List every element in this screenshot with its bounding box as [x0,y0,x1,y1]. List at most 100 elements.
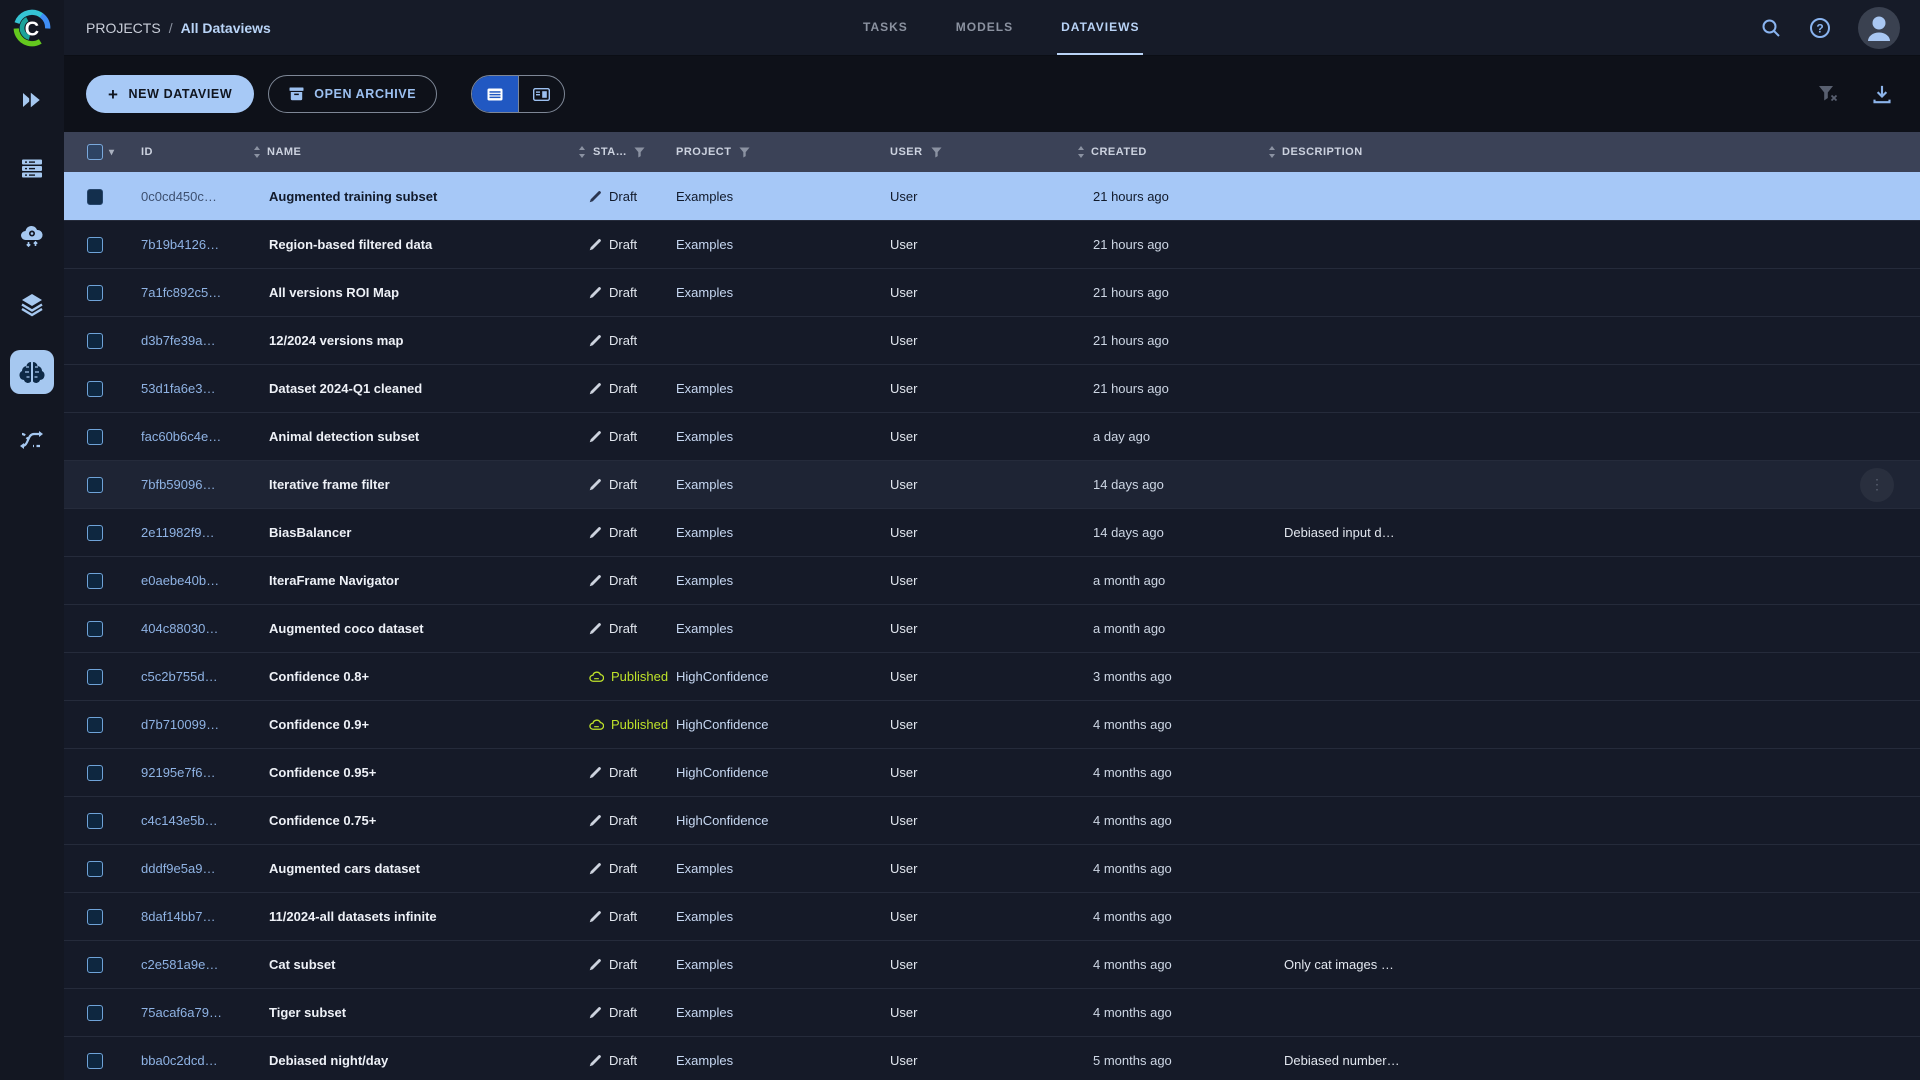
table-row[interactable]: 0c0cd450c… Augmented training subset Dra… [64,172,1920,220]
toolbar: + NEW DATAVIEW OPEN ARCHIVE [64,56,1920,132]
row-id-link[interactable]: 7bfb59096… [124,477,252,492]
row-checkbox[interactable] [87,428,103,445]
row-checkbox[interactable] [87,236,103,253]
column-header-description[interactable]: DESCRIPTION [1268,132,1920,172]
row-id-link[interactable]: 7b19b4126… [124,237,252,252]
row-checkbox[interactable] [87,668,103,685]
row-id-link[interactable]: 8daf14bb7… [124,909,252,924]
sidebar-item-workers-queues[interactable] [10,146,54,190]
row-description: Debiased number… [1284,1053,1400,1068]
clearml-logo[interactable]: C [0,0,64,56]
sort-icon[interactable] [1077,146,1085,158]
sidebar-item-projects[interactable] [10,78,54,122]
open-archive-button[interactable]: OPEN ARCHIVE [268,75,438,113]
row-id-link[interactable]: 7a1fc892c5… [124,285,252,300]
row-checkbox[interactable] [87,620,103,637]
breadcrumb-projects-link[interactable]: PROJECTS [86,20,161,36]
row-checkbox[interactable] [87,1004,103,1021]
sidebar-item-serving[interactable] [10,214,54,258]
user-avatar[interactable] [1858,6,1900,49]
table-row[interactable]: 7bfb59096… Iterative frame filter Draft … [64,460,1920,508]
table-row[interactable]: 53d1fa6e3… Dataset 2024-Q1 cleaned Draft… [64,364,1920,412]
sidebar-item-pipelines[interactable] [10,418,54,462]
table-row[interactable]: 7a1fc892c5… All versions ROI Map Draft E… [64,268,1920,316]
row-checkbox[interactable] [87,956,103,973]
column-header-user[interactable]: USER [876,132,1076,172]
table-row[interactable]: 75acaf6a79… Tiger subset Draft Examples … [64,988,1920,1036]
row-checkbox[interactable] [87,284,103,301]
row-checkbox[interactable] [87,908,103,925]
row-checkbox[interactable] [87,572,103,589]
table-row[interactable]: 2e11982f9… BiasBalancer Draft Examples U… [64,508,1920,556]
row-id-link[interactable]: 53d1fa6e3… [124,381,252,396]
row-id-link[interactable]: 0c0cd450c… [124,189,252,204]
draft-pencil-icon [589,622,602,635]
row-checkbox[interactable] [87,812,103,829]
table-row[interactable]: dddf9e5a9… Augmented cars dataset Draft … [64,844,1920,892]
row-id-link[interactable]: 404c88030… [124,621,252,636]
row-checkbox[interactable] [87,524,103,541]
row-checkbox[interactable] [87,1052,103,1069]
row-id-link[interactable]: fac60b6c4e… [124,429,252,444]
table-view-toggle[interactable] [472,76,519,112]
row-id-link[interactable]: dddf9e5a9… [124,861,252,876]
search-icon[interactable] [1760,17,1782,39]
row-checkbox[interactable] [87,764,103,781]
row-status: Draft [576,909,660,924]
row-checkbox[interactable] [87,380,103,397]
sort-icon[interactable] [1268,146,1276,158]
tab-tasks[interactable]: TASKS [859,0,912,55]
select-menu-caret-icon[interactable]: ▾ [109,147,115,158]
table-row[interactable]: c5c2b755d… Confidence 0.8+ Published Hig… [64,652,1920,700]
row-id-link[interactable]: bba0c2dcd… [124,1053,252,1068]
new-dataview-button[interactable]: + NEW DATAVIEW [86,75,255,113]
table-row[interactable]: d7b710099… Confidence 0.9+ Published Hig… [64,700,1920,748]
draft-pencil-icon [589,1054,602,1067]
table-row[interactable]: c2e581a9e… Cat subset Draft Examples Use… [64,940,1920,988]
row-name: BiasBalancer [269,525,352,540]
row-id-link[interactable]: 2e11982f9… [124,525,252,540]
column-header-name[interactable]: NAME [252,132,576,172]
sidebar-item-datasets[interactable] [10,282,54,326]
sort-icon[interactable] [253,146,261,158]
row-id-link[interactable]: e0aebe40b… [124,573,252,588]
row-checkbox[interactable] [87,860,103,877]
row-id-link[interactable]: 75acaf6a79… [124,1005,252,1020]
column-header-status[interactable]: STA… [576,132,660,172]
row-id-link[interactable]: 92195e7f6… [124,765,252,780]
table-row[interactable]: 404c88030… Augmented coco dataset Draft … [64,604,1920,652]
table-row[interactable]: c4c143e5b… Confidence 0.75+ Draft HighCo… [64,796,1920,844]
clear-filters-icon[interactable] [1818,85,1838,103]
row-checkbox[interactable] [87,188,103,205]
download-icon[interactable] [1872,84,1892,104]
column-header-project[interactable]: PROJECT [660,132,876,172]
row-actions-kebab-icon[interactable]: ⋮ [1860,467,1894,502]
row-checkbox[interactable] [87,332,103,349]
table-row[interactable]: bba0c2dcd… Debiased night/day Draft Exam… [64,1036,1920,1080]
table-row[interactable]: d3b7fe39a… 12/2024 versions map Draft Us… [64,316,1920,364]
column-header-created[interactable]: CREATED [1076,132,1268,172]
sidebar-item-hyperdatasets-active[interactable] [10,350,54,394]
row-id-link[interactable]: d3b7fe39a… [124,333,252,348]
row-checkbox[interactable] [87,716,103,733]
row-id-link[interactable]: c5c2b755d… [124,669,252,684]
row-checkbox[interactable] [87,476,103,493]
row-id-link[interactable]: d7b710099… [124,717,252,732]
filter-funnel-icon[interactable] [931,146,942,158]
filter-funnel-icon[interactable] [739,146,751,158]
split-view-toggle[interactable] [518,76,564,112]
row-id-link[interactable]: c2e581a9e… [124,957,252,972]
table-row[interactable]: 7b19b4126… Region-based filtered data Dr… [64,220,1920,268]
table-row[interactable]: fac60b6c4e… Animal detection subset Draf… [64,412,1920,460]
select-all-checkbox[interactable] [87,144,103,160]
column-header-id[interactable]: ID [124,132,252,172]
table-row[interactable]: 8daf14bb7… 11/2024-all datasets infinite… [64,892,1920,940]
help-icon[interactable]: ? [1808,16,1832,40]
row-id-link[interactable]: c4c143e5b… [124,813,252,828]
table-row[interactable]: e0aebe40b… IteraFrame Navigator Draft Ex… [64,556,1920,604]
filter-funnel-icon[interactable] [634,146,645,158]
table-row[interactable]: 92195e7f6… Confidence 0.95+ Draft HighCo… [64,748,1920,796]
tab-dataviews[interactable]: DATAVIEWS [1057,0,1144,55]
sort-icon[interactable] [578,146,586,158]
tab-models[interactable]: MODELS [952,0,1017,55]
